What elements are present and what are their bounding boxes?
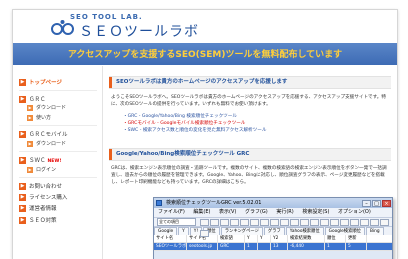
filter-select: 全ての項目	[157, 218, 196, 226]
toolbar-icon	[330, 219, 339, 226]
sidebar-item-swc[interactable]: ▶ ＳＷＣ NEW!	[19, 156, 61, 164]
arrow-right-icon: ▶	[27, 104, 33, 111]
menu-view: 表示(V)	[219, 209, 237, 215]
toolbar-icon	[240, 219, 249, 226]
menu-edit: 編集(E)	[193, 209, 211, 215]
arrow-right-icon: ▶	[19, 131, 26, 138]
tab-y: Y	[178, 227, 189, 235]
arrow-right-icon: ▶	[19, 194, 26, 201]
table-row: SEOツールラボ seotools.jp GRC 1 13 -6,440 1 5	[154, 243, 392, 251]
toolbar-icon	[260, 219, 269, 226]
close-icon: ×	[382, 200, 391, 207]
new-badge: NEW!	[47, 159, 62, 164]
menu-run: 実行(R)	[276, 209, 294, 215]
link-grc-mobile[interactable]: ・GRCモバイル - Googleモバイル検索順位チェックツール	[123, 120, 266, 127]
window-controls: – □ ×	[361, 199, 391, 209]
sidebar-divider	[19, 125, 97, 126]
tool-links: ・GRC - Google/Yahoo/Bing 検索順位チェックツール ・GR…	[123, 113, 266, 134]
sidebar-item-grc-usage[interactable]: ▶ 使い方	[27, 114, 51, 121]
arrow-right-icon: ▶	[19, 157, 26, 164]
sidebar-item-contact[interactable]: ▶ お問い合わせ	[19, 182, 62, 190]
toolbar-icon	[350, 219, 359, 226]
sidebar-item-grc-mobile-download[interactable]: ▶ ダウンロード	[27, 140, 66, 147]
toolbar-icon	[210, 219, 219, 226]
logo-title: ＳＥＯツールラボ	[79, 24, 199, 40]
sidebar-divider	[19, 177, 97, 178]
toolbar-icon	[230, 219, 239, 226]
arrow-right-icon: ▶	[19, 79, 26, 86]
sidebar-item-swc-login[interactable]: ▶ ログイン	[27, 166, 56, 173]
sidebar-item-grc-download[interactable]: ▶ ダウンロード	[27, 104, 66, 111]
menu-graph: グラフ(G)	[244, 209, 268, 215]
toolbar-icon	[250, 219, 259, 226]
section-marker	[109, 149, 112, 160]
sidebar-item-grc-mobile[interactable]: ▶ ＧＲＣモバイル	[19, 130, 68, 138]
logo-tagline: SEO TOOL LAB.	[70, 13, 143, 21]
menu-search-settings: 検索設定(S)	[302, 209, 330, 215]
link-swc[interactable]: ・SWC - 検索アクセス数と順位の変化を見た無料アクセス解析ツール	[123, 127, 266, 134]
toolbar-icon	[380, 219, 389, 226]
section-title-intro: SEOツールラボは貴方のホームページのアクセスアップを応援します	[109, 76, 391, 89]
toolbar-icon	[310, 219, 319, 226]
app-title-bar: 検索順位チェックツールGRC ver.5.02.01 – □ ×	[154, 198, 392, 208]
minimize-icon: –	[362, 200, 371, 207]
toolbar-icons	[200, 219, 392, 241]
toolbar-icon	[320, 219, 329, 226]
sidebar: ▶ トップページ ▶ ＧＲＣ ▶ ダウンロード ▶ 使い方 ▶ ＧＲＣモバイル ▶ ダウンロ…	[13, 66, 103, 259]
sidebar-divider	[19, 151, 97, 152]
sidebar-item-license[interactable]: ▶ ライセンス購入	[19, 193, 67, 201]
arrow-right-icon: ▶	[27, 166, 33, 173]
menu-options: オプション(O)	[337, 209, 371, 215]
toolbar-icon	[280, 219, 289, 226]
banner-text: アクセスアップを支援するSEO(SEM)ツールを無料配布しています	[67, 50, 343, 60]
sidebar-item-top[interactable]: ▶ トップページ	[19, 78, 62, 86]
toolbar-icon	[270, 219, 279, 226]
logo-circles-icon	[51, 20, 74, 35]
toolbar-icon	[360, 219, 369, 226]
intro-paragraph: ようこそSEOツールラボへ。SEOツールラボは貴方のホームページのアクセスアップ…	[111, 95, 386, 107]
sidebar-item-grc[interactable]: ▶ ＧＲＣ	[19, 95, 46, 103]
arrow-right-icon: ▶	[19, 183, 26, 190]
toolbar-icon	[370, 219, 379, 226]
toolbar-icon	[340, 219, 349, 226]
app-icon	[156, 200, 162, 206]
section-title-grc: Google/Yahoo/Bing検索順位チェックツール GRC	[109, 148, 391, 161]
arrow-right-icon: ▶	[27, 140, 33, 147]
app-toolbar: 全ての項目	[154, 218, 392, 237]
link-grc[interactable]: ・GRC - Google/Yahoo/Bing 検索順位チェックツール	[123, 113, 266, 120]
main-content: SEOツールラボは貴方のホームページのアクセスアップを応援します ようこそSEO…	[109, 66, 393, 259]
arrow-right-icon: ▶	[19, 217, 26, 224]
sidebar-item-seo-dict[interactable]: ▶ ＳＥＯ対策	[19, 216, 57, 224]
grc-paragraph: GRCは、検索エンジン表示順位の調査・追跡ツールです。複数のサイト、複数の検索語…	[111, 166, 387, 185]
section-marker	[109, 77, 112, 88]
toolbar-icon	[300, 219, 309, 226]
arrow-right-icon: ▶	[19, 205, 26, 212]
app-menubar: ファイル(F) 編集(E) 表示(V) グラフ(G) 実行(R) 検索設定(S)…	[154, 208, 392, 218]
menu-file: ファイル(F)	[158, 209, 185, 215]
maximize-icon: □	[372, 200, 381, 207]
sidebar-divider	[19, 90, 97, 91]
toolbar-icon	[200, 230, 209, 237]
grc-app-screenshot: 検索順位チェックツールGRC ver.5.02.01 – □ × ファイル(F) 編…	[153, 197, 393, 259]
site-banner: アクセスアップを支援するSEO(SEM)ツールを無料配布しています	[13, 43, 397, 65]
browser-page: SEO TOOL LAB. ＳＥＯツールラボ アクセスアップを支援するSEO(S…	[12, 9, 398, 259]
toolbar-icon	[290, 219, 299, 226]
arrow-right-icon: ▶	[27, 114, 33, 121]
tab-google: Google	[154, 227, 178, 235]
toolbar-icon	[200, 219, 209, 226]
site-logo[interactable]: SEO TOOL LAB. ＳＥＯツールラボ	[51, 13, 201, 41]
sidebar-item-company[interactable]: ▶ 運営者情報	[19, 204, 57, 212]
arrow-right-icon: ▶	[19, 96, 26, 103]
toolbar-icon	[220, 219, 229, 226]
site-header: SEO TOOL LAB. ＳＥＯツールラボ	[13, 10, 397, 43]
